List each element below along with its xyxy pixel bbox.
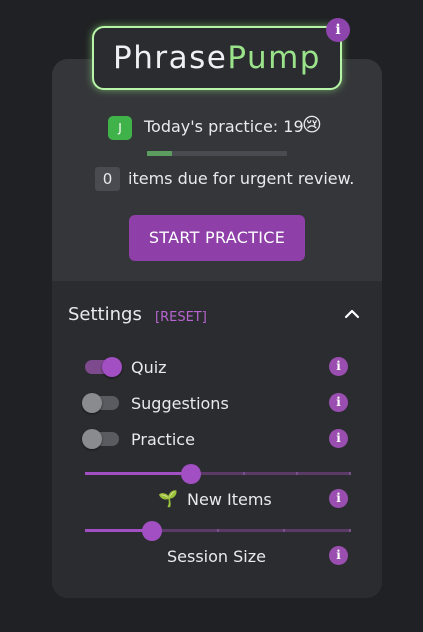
mood-emoji: 😢 bbox=[302, 114, 322, 136]
suggestions-info-icon[interactable]: i bbox=[329, 393, 348, 412]
session-size-label: Session Size bbox=[167, 547, 266, 566]
today-practice-label: Today's practice: 19 bbox=[144, 117, 304, 136]
slider-tick bbox=[283, 529, 285, 532]
slider-tick bbox=[243, 472, 245, 475]
suggestions-toggle[interactable] bbox=[82, 393, 119, 413]
quiz-info-icon[interactable]: i bbox=[329, 357, 348, 376]
practice-progress-bar bbox=[147, 151, 287, 156]
chevron-up-icon[interactable] bbox=[343, 305, 361, 323]
slider-tick bbox=[349, 472, 351, 475]
start-practice-button[interactable]: START PRACTICE bbox=[129, 215, 305, 261]
settings-title: Settings bbox=[68, 304, 142, 325]
avatar[interactable]: J bbox=[108, 116, 132, 140]
practice-info-icon[interactable]: i bbox=[329, 429, 348, 448]
practice-toggle[interactable] bbox=[82, 429, 119, 449]
session-size-slider[interactable] bbox=[85, 521, 351, 541]
session-size-info-icon[interactable]: i bbox=[329, 546, 348, 565]
slider-tick bbox=[217, 529, 219, 532]
practice-progress-fill bbox=[147, 151, 173, 156]
quiz-label: Quiz bbox=[131, 358, 167, 377]
session-size-slider-thumb[interactable] bbox=[141, 521, 162, 541]
slider-tick bbox=[349, 529, 351, 532]
new-items-slider-thumb[interactable] bbox=[181, 464, 202, 484]
new-items-label: New Items bbox=[187, 490, 272, 509]
due-count-badge: 0 bbox=[95, 167, 120, 191]
new-items-slider[interactable] bbox=[85, 464, 351, 484]
seedling-icon: 🌱 bbox=[158, 489, 178, 508]
quiz-toggle-thumb[interactable] bbox=[102, 357, 122, 377]
main-card bbox=[52, 59, 382, 598]
practice-toggle-thumb[interactable] bbox=[82, 429, 102, 449]
new-items-info-icon[interactable]: i bbox=[329, 489, 348, 508]
quiz-toggle[interactable] bbox=[85, 357, 122, 377]
info-icon[interactable]: i bbox=[326, 18, 350, 42]
slider-tick bbox=[296, 472, 298, 475]
due-text: items due for urgent review. bbox=[128, 169, 355, 188]
suggestions-label: Suggestions bbox=[131, 394, 229, 413]
logo-pump: Pump bbox=[227, 40, 321, 76]
suggestions-toggle-thumb[interactable] bbox=[82, 393, 102, 413]
practice-label: Practice bbox=[131, 430, 195, 449]
new-items-slider-fill bbox=[85, 472, 192, 475]
reset-link[interactable]: [RESET] bbox=[155, 310, 207, 325]
logo-phrase: Phrase bbox=[113, 40, 228, 76]
app-logo: PhrasePump bbox=[92, 26, 342, 90]
